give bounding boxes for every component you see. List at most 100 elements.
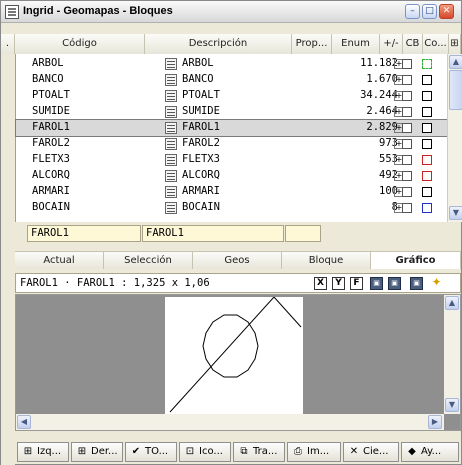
row-code: ARMARI: [32, 185, 70, 197]
save-disk-icon[interactable]: ▣: [370, 277, 383, 290]
toolbar-button-icon: ⊞: [23, 446, 33, 457]
row-color-box[interactable]: [422, 123, 432, 133]
graphic-scroll-right-icon[interactable]: ▶: [428, 415, 442, 429]
table-row[interactable]: ARMARI ARMARI 100 +: [16, 184, 448, 200]
extra-edit-field[interactable]: [285, 225, 321, 242]
toolbar-button-icon: ⊞: [77, 446, 87, 457]
col-extra-icon[interactable]: ⊞: [449, 34, 461, 54]
graphic-info: FAROL1 · FAROL1 : 1,325 x 1,06: [20, 277, 210, 289]
bottom-toolbar: ⊞ Izq... ⊞ Der... ✔ TO... ⊡ Ico... ⧉ Tra... ⎙ Im...…: [15, 440, 461, 464]
row-enum: 100: [379, 185, 398, 197]
graphic-vertical-scrollbar[interactable]: ▲ ▼: [444, 295, 460, 414]
scroll-down-arrow-icon[interactable]: ▼: [449, 206, 462, 220]
col-cb[interactable]: CB: [403, 34, 423, 54]
row-color-box[interactable]: [422, 171, 432, 181]
mirror-x-button[interactable]: X: [314, 277, 327, 290]
scroll-thumb[interactable]: [449, 70, 462, 110]
table-row[interactable]: PTOALT PTOALT 34.244 +: [16, 88, 448, 104]
table-row[interactable]: BANCO BANCO 1.670 +: [16, 72, 448, 88]
export-disk-icon[interactable]: ▣: [410, 277, 423, 290]
blocks-table[interactable]: ARBOL ARBOL 11.182 + BANCO BANCO 1.670 + PTOALT P…: [15, 54, 449, 222]
tab-actual[interactable]: Actual: [15, 251, 104, 269]
row-checkbox[interactable]: [402, 187, 412, 197]
toolbar-button-icon: ✔: [131, 446, 141, 457]
col-codigo[interactable]: Código: [15, 34, 145, 54]
graphic-scroll-down-icon[interactable]: ▼: [445, 398, 459, 412]
row-checkbox[interactable]: [402, 91, 412, 101]
toolbar-button-label: Tra...: [253, 446, 278, 457]
row-checkbox[interactable]: [402, 123, 412, 133]
row-checkbox[interactable]: [402, 59, 412, 69]
row-checkbox[interactable]: [402, 155, 412, 165]
column-header-row: . Código Descripción Prop... Enum +/- CB…: [1, 34, 461, 54]
toolbar-button-icon: ⊡: [185, 446, 195, 457]
row-checkbox[interactable]: [402, 171, 412, 181]
block-icon: [165, 170, 177, 182]
graphic-horizontal-scrollbar[interactable]: ◀ ▶: [16, 414, 444, 430]
table-row[interactable]: FAROL2 FAROL2 973 +: [16, 136, 448, 152]
row-code: ALCORQ: [32, 169, 70, 181]
row-color-box[interactable]: [422, 59, 432, 69]
block-icon: [165, 58, 177, 70]
row-checkbox[interactable]: [402, 107, 412, 117]
tab-seleccion[interactable]: Selección: [104, 251, 193, 269]
row-enum: 973: [379, 137, 398, 149]
graphic-scroll-up-icon[interactable]: ▲: [445, 296, 459, 310]
row-color-box[interactable]: [422, 91, 432, 101]
graphic-scroll-left-icon[interactable]: ◀: [17, 415, 31, 429]
col-plusminus[interactable]: +/-: [380, 34, 403, 54]
col-descripcion[interactable]: Descripción: [145, 34, 292, 54]
fit-button[interactable]: F: [350, 277, 363, 290]
table-row[interactable]: ARBOL ARBOL 11.182 +: [16, 56, 448, 72]
row-color-box[interactable]: [422, 75, 432, 85]
row-color-box[interactable]: [422, 203, 432, 213]
row-code: FAROL2: [32, 137, 70, 149]
table-row[interactable]: ALCORQ ALCORQ 492 +: [16, 168, 448, 184]
graphic-viewport[interactable]: ▲ ▼ ◀ ▶: [15, 294, 461, 431]
toolbar-button-icon: ✕: [349, 446, 359, 457]
scroll-up-arrow-icon[interactable]: ▲: [449, 55, 462, 69]
row-color-box[interactable]: [422, 155, 432, 165]
toolbar-button-6[interactable]: ✕ Cie...: [343, 442, 399, 462]
toolbar-button-7[interactable]: ◆ Ay...: [401, 442, 459, 462]
toolbar-button-5[interactable]: ⎙ Im...: [287, 442, 341, 462]
minimize-button[interactable]: –: [405, 4, 420, 19]
toolbar-button-4[interactable]: ⧉ Tra...: [233, 442, 285, 462]
table-row[interactable]: FLETX3 FLETX3 553 +: [16, 152, 448, 168]
col-enum[interactable]: Enum: [332, 34, 380, 54]
toolbar-button-label: Der...: [91, 446, 118, 457]
row-code: PTOALT: [32, 89, 70, 101]
save-as-disk-icon[interactable]: ▣: [388, 277, 401, 290]
wand-icon[interactable]: ✦: [430, 276, 443, 290]
row-checkbox[interactable]: [402, 75, 412, 85]
mirror-y-button[interactable]: Y: [332, 277, 345, 290]
row-color-box[interactable]: [422, 187, 432, 197]
row-enum: 8: [391, 201, 398, 213]
toolbar-button-label: Cie...: [363, 446, 389, 457]
toolbar-button-3[interactable]: ⊡ Ico...: [179, 442, 231, 462]
row-checkbox[interactable]: [402, 203, 412, 213]
toolbar-button-2[interactable]: ✔ TO...: [125, 442, 177, 462]
desc-edit-field[interactable]: FAROL1: [142, 225, 284, 242]
toolbar-button-1[interactable]: ⊞ Der...: [71, 442, 123, 462]
row-color-box[interactable]: [422, 107, 432, 117]
row-enum: 2.464: [366, 105, 398, 117]
col-dot[interactable]: .: [1, 34, 15, 54]
row-checkbox[interactable]: [402, 139, 412, 149]
tab-grafico[interactable]: Gráfico: [371, 251, 461, 269]
table-row[interactable]: SUMIDE SUMIDE 2.464 +: [16, 104, 448, 120]
row-description: FAROL1: [182, 121, 220, 133]
table-row[interactable]: FAROL1 FAROL1 2.829 +: [15, 119, 449, 137]
code-edit-field[interactable]: FAROL1: [27, 225, 141, 242]
restore-button[interactable]: □: [422, 4, 437, 19]
table-vertical-scrollbar[interactable]: ▲ ▼: [447, 54, 462, 222]
table-row[interactable]: BOCAIN BOCAIN 8 +: [16, 200, 448, 216]
row-color-box[interactable]: [422, 139, 432, 149]
close-button[interactable]: ✕: [439, 4, 454, 19]
col-co[interactable]: Co...: [423, 34, 449, 54]
row-enum: 553: [379, 153, 398, 165]
tab-bloque[interactable]: Bloque: [282, 251, 371, 269]
toolbar-button-0[interactable]: ⊞ Izq...: [17, 442, 69, 462]
col-prop[interactable]: Prop...: [292, 34, 332, 54]
tab-geos[interactable]: Geos: [193, 251, 282, 269]
